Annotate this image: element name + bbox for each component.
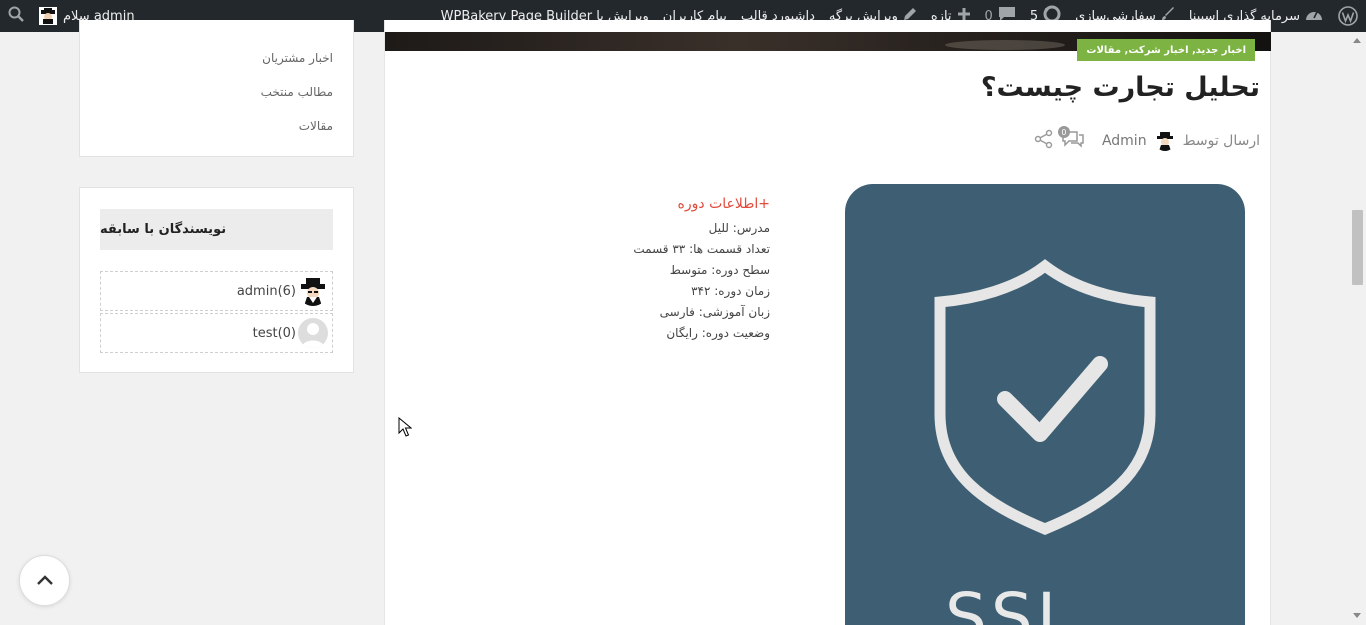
author-label-admin: (admin(6 [236, 283, 296, 299]
chevron-up-icon [36, 571, 54, 590]
page-scrollbar[interactable] [1349, 32, 1366, 625]
scroll-thumb[interactable] [1352, 210, 1363, 285]
categories-widget: اخبار مشتریان مطالب منتخب مقالات [79, 20, 354, 157]
author-link[interactable]: Admin [1102, 133, 1147, 149]
admin-avatar [298, 276, 328, 306]
author-item-admin[interactable]: (admin(6 [100, 271, 333, 311]
image-ssl-text: SSL [945, 579, 1078, 625]
scroll-up-arrow[interactable] [1353, 38, 1361, 43]
course-info-duration: زمان دوره: ۳۴۲ [691, 284, 770, 298]
course-info-language: زبان آموزشی: فارسی [659, 305, 770, 319]
post-title[interactable]: تحلیل تجارت چیست؟ [981, 72, 1260, 103]
authors-widget-title: نویسندگان با سابقه [100, 209, 333, 250]
course-info-episodes: تعداد قسمت ها: ۳۳ قسمت [633, 242, 770, 256]
category-badge[interactable]: اخبار جدید, اخبار شرکت, مقالات [1077, 39, 1255, 61]
dashboard-icon [1305, 7, 1323, 25]
category-link-articles[interactable]: مقالات [299, 119, 333, 133]
share-icon [1034, 129, 1054, 153]
posted-by-label: ارسال توسط [1182, 133, 1260, 149]
share-button[interactable] [1034, 129, 1054, 153]
course-info-block: +اطلاعات دوره مدرس: للیل تعداد قسمت ها: … [633, 196, 770, 344]
back-to-top-button[interactable] [19, 555, 70, 606]
wordpress-logo-icon[interactable] [1330, 0, 1366, 32]
category-link-customer-news[interactable]: اخبار مشتریان [262, 51, 333, 65]
authors-widget: نویسندگان با سابقه (admin(6 (test(0 [79, 187, 354, 373]
test-avatar [298, 318, 328, 348]
comment-count-badge: 0 [1057, 126, 1070, 138]
comments-button[interactable]: 0 [1057, 126, 1084, 152]
search-icon [8, 6, 24, 26]
search-button[interactable] [0, 0, 32, 32]
scroll-down-arrow[interactable] [1353, 613, 1361, 618]
course-info-status: وضعیت دوره: رایگان [666, 326, 770, 340]
course-info-instructor: مدرس: للیل [708, 221, 770, 235]
author-avatar [1154, 131, 1175, 151]
course-info-heading[interactable]: +اطلاعات دوره [633, 196, 770, 212]
course-featured-image: SSL [845, 184, 1245, 625]
post-meta: ارسال توسط Admin 0 [1034, 126, 1260, 154]
mouse-cursor-icon [398, 416, 413, 441]
category-link-featured[interactable]: مطالب منتخب [261, 85, 333, 99]
article-card: اخبار جدید, اخبار شرکت, مقالات تحلیل تجا… [384, 20, 1271, 625]
shield-check-icon [934, 259, 1156, 535]
user-avatar [39, 7, 57, 25]
author-item-test[interactable]: (test(0 [100, 313, 333, 353]
course-info-level: سطح دوره: متوسط [669, 263, 770, 277]
author-label-test: (test(0 [252, 325, 296, 341]
